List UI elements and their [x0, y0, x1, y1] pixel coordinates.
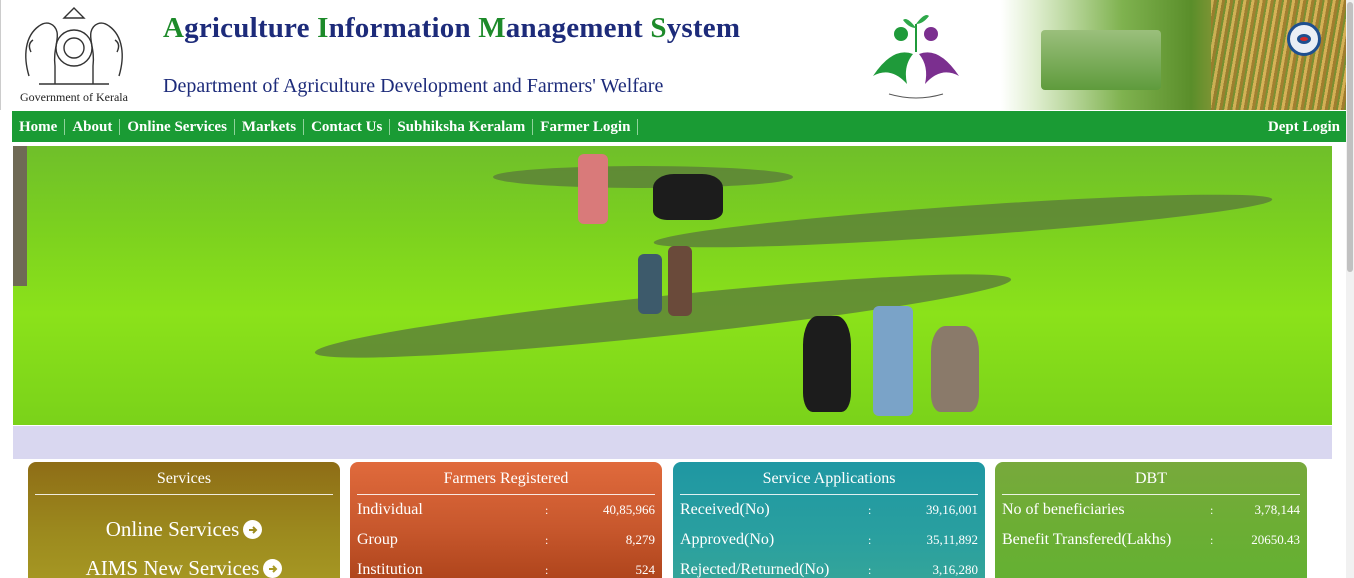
site-title-part: I: [317, 12, 329, 44]
farmer-figure: [873, 306, 913, 416]
online-services-link-label: Online Services: [105, 517, 240, 541]
applications-card-title: Service Applications: [680, 462, 978, 495]
emblem-caption: Government of Kerala: [20, 90, 128, 104]
stat-value: 35,11,892: [926, 532, 978, 547]
stat-row: No of beneficiaries : 3,78,144: [995, 495, 1307, 525]
stat-row: Benefit Transfered(Lakhs) : 20650.43: [995, 525, 1307, 555]
site-header: Government of Kerala Agriculture Informa…: [0, 0, 1347, 110]
field-ridge: [493, 166, 793, 188]
stat-separator: :: [1210, 532, 1214, 547]
stat-separator: :: [868, 562, 872, 577]
page-scrollbar[interactable]: [1346, 0, 1354, 578]
stat-label: No of beneficiaries: [1002, 501, 1125, 518]
header-photo: [1001, 0, 1347, 110]
stat-separator: :: [545, 502, 549, 517]
stat-row: Group : 8,279: [350, 525, 662, 555]
ox-figure: [653, 174, 723, 220]
arrow-circle-right-icon: [243, 520, 263, 539]
stat-value: 3,16,280: [932, 562, 979, 577]
stat-label: Received(No): [680, 501, 770, 518]
stat-row: Institution : 524: [350, 555, 662, 578]
stat-label: Institution: [357, 561, 423, 578]
ox-figure: [803, 316, 851, 412]
site-title-part: griculture: [184, 12, 318, 44]
nav-subhiksha-keralam[interactable]: Subhiksha Keralam: [390, 118, 534, 135]
arrow-circle-right-icon: [263, 559, 283, 578]
eye-badge-icon[interactable]: [1287, 22, 1321, 56]
stat-value: 39,16,001: [926, 502, 978, 517]
nav-markets[interactable]: Markets: [235, 118, 305, 135]
stat-value: 524: [635, 562, 656, 577]
stat-value: 20650.43: [1251, 532, 1300, 547]
nav-contact-us[interactable]: Contact Us: [304, 118, 391, 135]
child-figure: [668, 246, 692, 316]
aims-new-services-link[interactable]: AIMS New Services: [28, 556, 340, 578]
stat-separator: :: [868, 502, 872, 517]
main-navbar: Home About Online Services Markets Conta…: [12, 111, 1346, 142]
farmers-card-title: Farmers Registered: [357, 462, 655, 495]
farmer-figure: [578, 154, 608, 224]
hero-banner: [13, 146, 1332, 425]
stat-row: Individual : 40,85,966: [350, 495, 662, 525]
scrollbar-thumb[interactable]: [1347, 2, 1353, 272]
stat-label: Individual: [357, 501, 423, 518]
stat-separator: :: [868, 532, 872, 547]
services-card: Services Online Services AIMS New Servic…: [28, 462, 340, 578]
stat-row: Received(No) : 39,16,001: [673, 495, 985, 525]
nav-about[interactable]: About: [65, 118, 121, 135]
ox-figure: [931, 326, 979, 412]
farmers-welfare-logo: [863, 6, 973, 102]
site-subtitle: Department of Agriculture Development an…: [163, 75, 664, 97]
stat-row: Rejected/Returned(No) : 3,16,280: [673, 555, 985, 578]
dbt-card-title: DBT: [1002, 462, 1300, 495]
stat-label: Rejected/Returned(No): [680, 561, 830, 578]
kerala-emblem[interactable]: Government of Kerala: [9, 6, 135, 104]
stat-label: Benefit Transfered(Lakhs): [1002, 531, 1172, 548]
stat-label: Group: [357, 531, 398, 548]
nav-online-services[interactable]: Online Services: [120, 118, 235, 135]
services-card-title: Services: [35, 462, 333, 495]
stat-separator: :: [1210, 502, 1214, 517]
child-figure: [638, 254, 662, 314]
nav-farmer-login[interactable]: Farmer Login: [533, 118, 639, 135]
nav-home[interactable]: Home: [12, 118, 66, 135]
site-title-part: M: [478, 12, 506, 44]
stat-label: Approved(No): [680, 531, 775, 548]
stat-separator: :: [545, 562, 549, 577]
banner-tree: [13, 146, 27, 286]
field-ridge: [652, 184, 1274, 258]
nav-dept-login[interactable]: Dept Login: [1261, 119, 1346, 135]
eye-pupil: [1297, 34, 1311, 44]
site-title-part: S: [650, 12, 667, 44]
marquee-bar: [13, 426, 1332, 459]
farmers-registered-card: Farmers Registered Individual : 40,85,96…: [350, 462, 662, 578]
site-title-part: anagement: [505, 12, 651, 44]
site-title: Agriculture Information Management Syste…: [163, 12, 740, 45]
farmers-welfare-logo-icon: [873, 15, 959, 99]
stat-value: 40,85,966: [603, 502, 655, 517]
aims-new-services-link-label: AIMS New Services: [85, 556, 260, 578]
page: Government of Kerala Agriculture Informa…: [0, 0, 1354, 578]
online-services-link[interactable]: Online Services: [28, 517, 340, 542]
paddy-water: [1041, 30, 1161, 90]
stat-value: 8,279: [625, 532, 655, 547]
stat-row: Approved(No) : 35,11,892: [673, 525, 985, 555]
site-title-part: nformation: [328, 12, 479, 44]
dbt-card: DBT No of beneficiaries : 3,78,144 Benef…: [995, 462, 1307, 578]
service-applications-card: Service Applications Received(No) : 39,1…: [673, 462, 985, 578]
stat-separator: :: [545, 532, 549, 547]
paddy-grain: [1211, 0, 1347, 110]
stat-value: 3,78,144: [1254, 502, 1301, 517]
site-title-part: ystem: [666, 12, 741, 44]
site-title-part: A: [163, 12, 185, 44]
kerala-emblem-icon: [25, 7, 123, 85]
